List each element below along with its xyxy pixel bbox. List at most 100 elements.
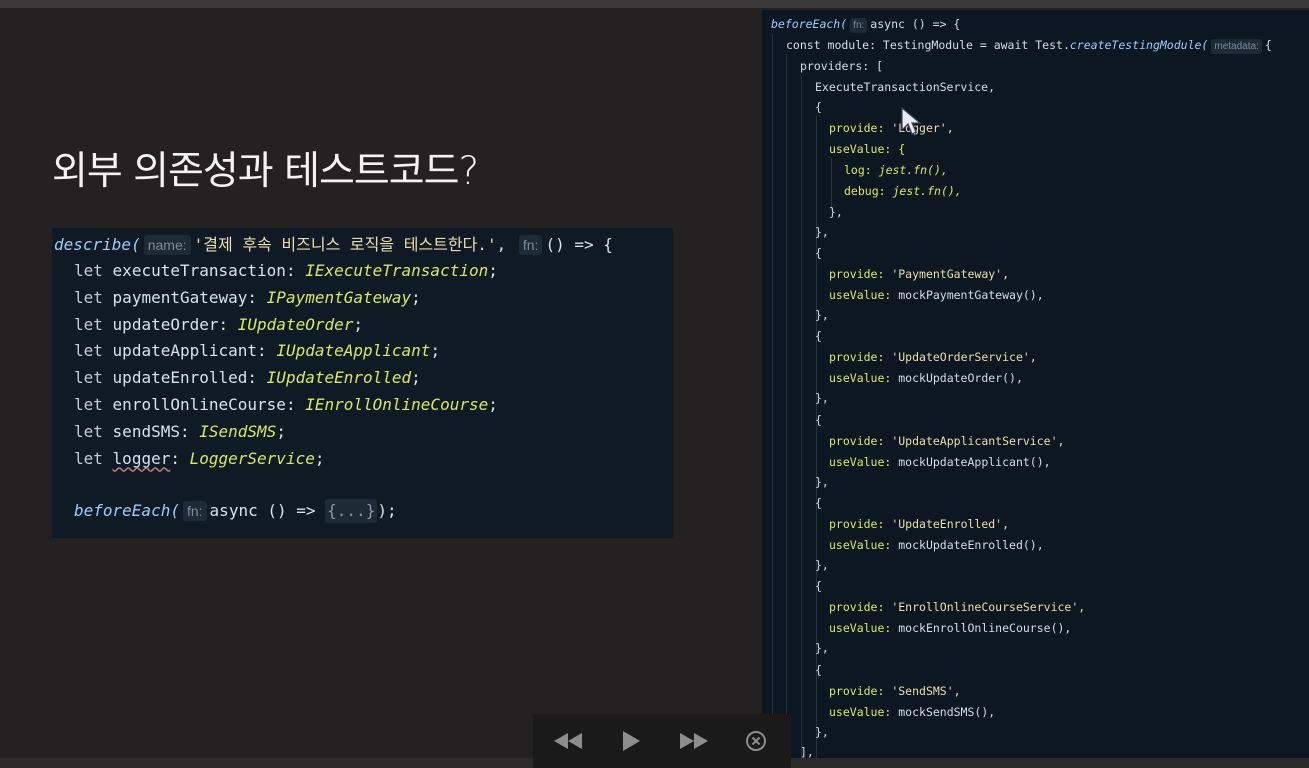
let-keyword: let (74, 368, 103, 388)
provider-open: { (815, 412, 822, 427)
provide-value: 'UpdateApplicantService', (891, 433, 1065, 448)
rewind-icon (554, 733, 582, 749)
comma: , (496, 235, 507, 254)
indent-guide (786, 54, 787, 758)
usevalue-value: mockUpdateOrder(), (898, 371, 1023, 386)
folded-block[interactable]: {...} (325, 499, 378, 523)
provider-open: { (815, 495, 822, 510)
variable-name: sendSMS (112, 421, 180, 441)
rc-log-line: log: jest.fn(), (844, 160, 948, 180)
provider-provide-line: provide: 'UpdateEnrolled', (829, 514, 1009, 534)
provider-open: { (815, 246, 822, 260)
play-button[interactable] (619, 728, 643, 754)
type-annotation: IUpdateOrder (237, 314, 354, 334)
type-annotation: IUpdateApplicant (276, 341, 431, 361)
play-icon (623, 731, 640, 751)
close-circle-icon (746, 731, 766, 751)
provide-key: provide: (829, 683, 885, 698)
describe-label: '결제 후속 비즈니스 로직을 테스트한다.' (193, 235, 497, 254)
provide-value: 'UpdateEnrolled', (891, 516, 1010, 531)
usevalue-value: mockUpdateEnrolled(), (898, 537, 1044, 552)
provide-key: provide: (829, 433, 885, 448)
slide-title: 외부 의존성과 테스트코드? (52, 149, 479, 194)
rc-debug-line: debug: jest.fn(), (844, 181, 962, 201)
let-keyword: let (74, 314, 103, 334)
rc-line-3: providers: [ (800, 59, 884, 73)
before-fn-hint: fn: (182, 501, 207, 521)
rc-usevalue-open: useValue: { (829, 139, 905, 159)
type-annotation: ISendSMS (199, 421, 277, 441)
usevalue-value: mockSendSMS(), (898, 704, 996, 719)
provide-value: 'UpdateOrderService', (891, 350, 1037, 365)
usevalue-key: useValue: (829, 704, 892, 719)
declaration-line: let sendSMS: ISendSMS; (74, 421, 286, 441)
usevalue-value: mockPaymentGateway(), (898, 288, 1044, 302)
provide-key: provide: (829, 516, 885, 531)
declaration-line: let updateApplicant: IUpdateApplicant; (74, 341, 441, 361)
provide-key: provide: (829, 600, 885, 615)
provider-usevalue-line: useValue: mockEnrollOnlineCourse(), (829, 618, 1071, 638)
provider-close: }, (815, 724, 829, 739)
provider-open: { (815, 579, 822, 594)
declaration-line: let updateOrder: IUpdateOrder; (74, 314, 364, 334)
mouse-cursor-icon (901, 106, 922, 135)
declaration-line: let logger: LoggerService; (74, 448, 325, 468)
provider-provide-line: provide: 'PaymentGateway', (829, 264, 1009, 284)
usevalue-value: mockEnrollOnlineCourse(), (898, 621, 1072, 636)
provide-value: 'EnrollOnlineCourseService', (891, 600, 1086, 615)
fast-forward-icon (680, 733, 708, 749)
provider-usevalue-line: useValue: mockUpdateOrder(), (829, 368, 1023, 388)
usevalue-key: useValue: (829, 288, 892, 302)
provider-usevalue-line: useValue: mockUpdateApplicant(), (829, 452, 1051, 472)
fn-param-hint: fn: (518, 235, 543, 255)
indent-guide (772, 34, 773, 758)
declaration-line: let updateEnrolled: IUpdateEnrolled; (74, 368, 421, 388)
declaration-line: let enrollOnlineCourse: IEnrollOnlineCou… (74, 395, 498, 414)
fast-forward-button[interactable] (677, 728, 711, 754)
variable-name: updateOrder (112, 314, 219, 334)
variable-name: enrollOnlineCourse (112, 395, 286, 414)
provider-close: }, (815, 641, 829, 656)
type-annotation: IPaymentGateway (266, 287, 412, 307)
rc-outer-close: }, (815, 225, 829, 239)
provider-provide-line: provide: 'EnrollOnlineCourseService', (829, 597, 1085, 617)
variable-name: paymentGateway (112, 287, 248, 307)
usevalue-key: useValue: (829, 454, 892, 469)
provider-provide-line: provide: 'SendSMS', (829, 681, 961, 701)
provider-close: }, (815, 474, 829, 489)
let-keyword: let (74, 261, 103, 280)
provider-provide-line: provide: 'UpdateApplicantService', (829, 431, 1064, 451)
rc-open: { (1264, 38, 1272, 52)
rc-line-2: const module: TestingModule = await Test… (786, 35, 1272, 55)
rc-fn-hint: fn: (850, 18, 868, 33)
before-each-call: beforeEach( (74, 501, 180, 520)
indent-guide (801, 76, 802, 758)
left-code-block: describe(name: '결제 후속 비즈니스 로직을 테스트한다.', f… (52, 228, 673, 538)
declaration-line: let executeTransaction: IExecuteTransact… (74, 261, 498, 280)
usevalue-key: useValue: (829, 621, 892, 636)
describe-line: describe(name: '결제 후속 비즈니스 로직을 테스트한다.', f… (54, 233, 613, 257)
let-keyword: let (74, 287, 103, 307)
rc-logger-provide: provide: 'Logger', (829, 118, 954, 138)
provider-close: }, (815, 557, 829, 572)
type-annotation: IEnrollOnlineCourse (305, 395, 489, 414)
variable-name: updateApplicant (112, 341, 258, 361)
provider-open: { (815, 329, 822, 344)
provider-close: }, (815, 391, 829, 406)
let-keyword: let (74, 448, 103, 468)
describe-call: describe( (54, 235, 141, 254)
let-keyword: let (74, 421, 103, 441)
let-keyword: let (74, 341, 103, 361)
before-each-line: beforeEach(fn: async () => {...}); (74, 499, 397, 523)
rc-line-1: beforeEach(fn: async () => { (771, 14, 960, 34)
type-annotation: LoggerService (189, 448, 315, 468)
rewind-button[interactable] (551, 728, 585, 754)
rc-usevalue: useValue: { (829, 142, 906, 156)
usevalue-key: useValue: (829, 371, 892, 386)
rc-provide-key: provide: (829, 121, 885, 135)
rc-debug-val: jest.fn(), (892, 184, 962, 198)
rc-create-testing-module: createTestingModule( (1069, 38, 1209, 52)
name-param-hint: name: (143, 235, 191, 255)
type-annotation: IUpdateEnrolled (266, 368, 412, 388)
close-button[interactable] (743, 728, 769, 754)
